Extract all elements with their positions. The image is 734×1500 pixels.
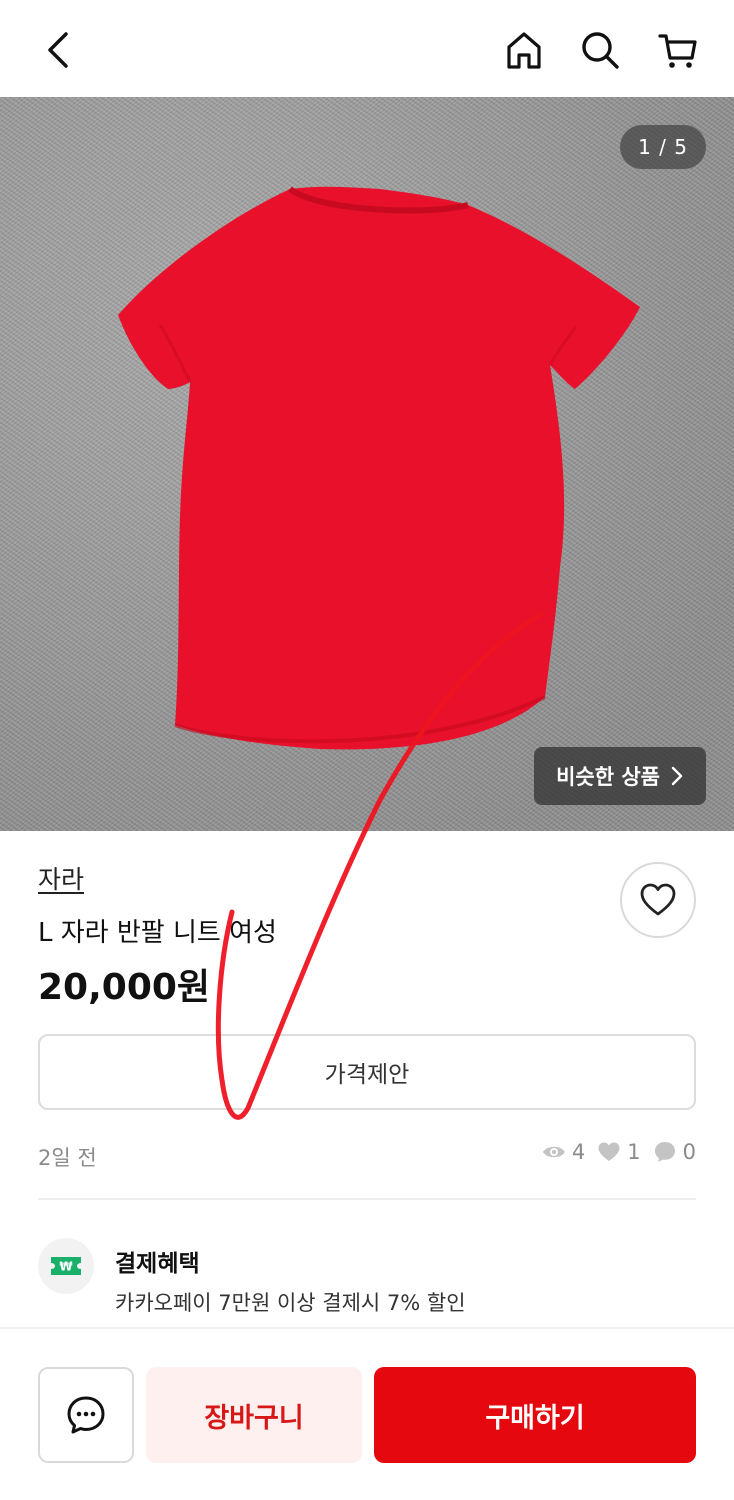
home-button[interactable] <box>496 22 552 78</box>
payment-benefit-icon-wrap: ₩ <box>38 1238 94 1294</box>
ticket-icon: ₩ <box>51 1257 81 1275</box>
chats-count: 0 <box>682 1140 696 1164</box>
similar-products-button[interactable]: 비슷한 상품 <box>534 747 706 805</box>
likes-count: 1 <box>627 1140 641 1164</box>
views-stat: 4 <box>542 1140 585 1164</box>
chat-button[interactable] <box>38 1367 134 1463</box>
image-counter: 1 / 5 <box>620 125 706 169</box>
like-button[interactable] <box>620 862 696 938</box>
cart-icon <box>658 34 697 68</box>
heart-icon <box>640 883 676 916</box>
svg-text:₩: ₩ <box>59 1260 73 1274</box>
buy-now-button[interactable]: 구매하기 <box>374 1367 696 1463</box>
product-title: L 자라 반팔 니트 여성 <box>38 918 277 948</box>
payment-benefit-description: 카카오페이 7만원 이상 결제시 7% 할인 <box>115 1291 466 1315</box>
add-to-cart-button[interactable]: 장바구니 <box>146 1367 362 1463</box>
heart-filled-icon <box>598 1142 620 1161</box>
views-count: 4 <box>571 1140 586 1164</box>
brand-link[interactable]: 자라 <box>38 860 84 896</box>
search-button[interactable] <box>572 22 628 78</box>
product-price: 20,000원 <box>38 967 211 1008</box>
chevron-left-icon <box>48 32 68 68</box>
likes-stat: 1 <box>597 1140 641 1164</box>
search-icon <box>582 32 619 69</box>
divider <box>38 1198 696 1200</box>
stats-row: 4 1 0 <box>542 1140 696 1164</box>
back-button[interactable] <box>32 22 88 78</box>
payment-benefit-title: 결제혜택 <box>115 1251 200 1277</box>
chevron-right-icon <box>671 766 683 786</box>
product-image[interactable]: 1 / 5 비슷한 상품 <box>0 97 734 831</box>
chat-icon <box>67 1396 105 1434</box>
cart-button[interactable] <box>650 22 706 78</box>
top-bar <box>0 0 734 97</box>
chat-bubble-icon <box>654 1142 675 1162</box>
eye-icon <box>542 1146 565 1158</box>
posted-time: 2일 전 <box>38 1146 97 1170</box>
home-icon <box>507 32 541 69</box>
chats-stat: 0 <box>653 1140 696 1164</box>
price-offer-button[interactable]: 가격제안 <box>38 1034 696 1110</box>
product-photo-shirt <box>118 186 640 750</box>
similar-products-label: 비슷한 상품 <box>556 765 660 789</box>
bottom-action-bar: 장바구니 구매하기 <box>0 1327 734 1500</box>
